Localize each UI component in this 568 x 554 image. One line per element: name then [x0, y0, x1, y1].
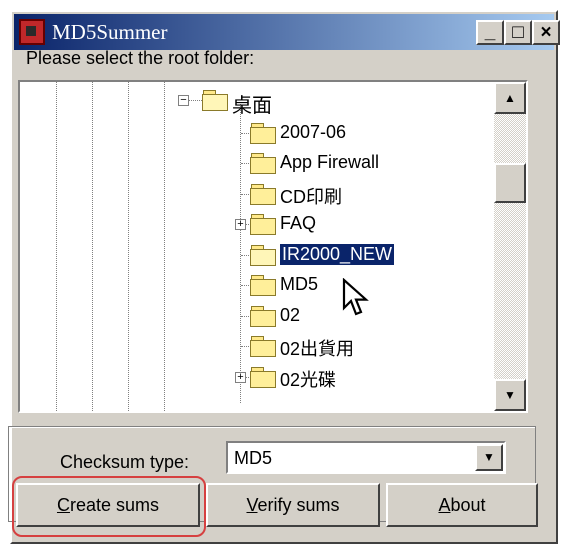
tree-item-label[interactable]: 02光碟	[280, 366, 336, 392]
minimize-button[interactable]: _	[476, 20, 504, 45]
scroll-thumb[interactable]	[494, 163, 526, 203]
open-folder-icon	[250, 244, 276, 266]
tree-item-label[interactable]: FAQ	[280, 213, 316, 234]
app-icon	[19, 19, 45, 45]
folder-icon	[250, 214, 276, 235]
tree-branch-line	[240, 104, 241, 403]
window-title: MD5Summer	[52, 20, 168, 44]
verify-sums-label: Verify sums	[246, 495, 340, 515]
tree-guide-line	[128, 82, 129, 411]
mouse-cursor-icon	[342, 278, 369, 316]
checksum-type-label: Checksum type:	[60, 452, 190, 472]
about-label: About	[438, 495, 486, 515]
folder-icon	[250, 336, 276, 357]
tree-item-label[interactable]: 02出貨用	[280, 335, 354, 361]
scroll-down-button[interactable]: ▼	[494, 379, 526, 411]
folder-tree[interactable]: ▲ ▼ − 桌面 2007-06 App Firewall CD印刷 + FAQ IR2000…	[18, 80, 528, 413]
tree-item-label[interactable]: CD印刷	[280, 183, 342, 209]
tree-item-label[interactable]: 2007-06	[280, 122, 346, 143]
folder-icon	[250, 122, 276, 144]
tree-item-label[interactable]: 02	[280, 305, 300, 326]
verify-sums-button[interactable]: Verify sums	[206, 483, 380, 527]
checksum-type-value: MD5	[234, 448, 273, 468]
maximize-button[interactable]: □	[504, 20, 532, 45]
collapse-icon[interactable]: −	[178, 95, 189, 106]
tree-item-label[interactable]: App Firewall	[280, 152, 379, 173]
expand-icon[interactable]: +	[235, 371, 246, 383]
tree-guide-line	[92, 82, 93, 411]
scroll-up-button[interactable]: ▲	[494, 82, 526, 114]
tree-item-label[interactable]: MD5	[280, 274, 318, 295]
create-sums-highlight	[12, 476, 206, 537]
folder-icon	[250, 153, 276, 174]
close-button[interactable]: ×	[532, 20, 560, 45]
chevron-down-icon[interactable]: ▼	[475, 444, 503, 471]
folder-icon	[250, 305, 276, 327]
folder-icon	[250, 275, 276, 296]
about-button[interactable]: About	[386, 483, 538, 527]
checksum-type-select[interactable]: MD5 ▼	[226, 441, 506, 474]
expand-icon[interactable]: +	[235, 219, 246, 230]
tree-scrollbar[interactable]: ▲ ▼	[494, 82, 526, 411]
tree-item-label[interactable]: IR2000_NEW	[278, 242, 396, 266]
folder-icon	[250, 183, 276, 205]
folder-icon	[250, 366, 276, 388]
tree-guide-line	[56, 82, 57, 411]
tree-item-label[interactable]: 桌面	[232, 89, 272, 118]
root-folder-prompt: Please select the root folder:	[26, 48, 255, 68]
title-bar[interactable]: MD5Summer _ □ ×	[14, 14, 560, 50]
open-folder-icon	[202, 90, 228, 111]
tree-guide-line	[164, 82, 165, 411]
